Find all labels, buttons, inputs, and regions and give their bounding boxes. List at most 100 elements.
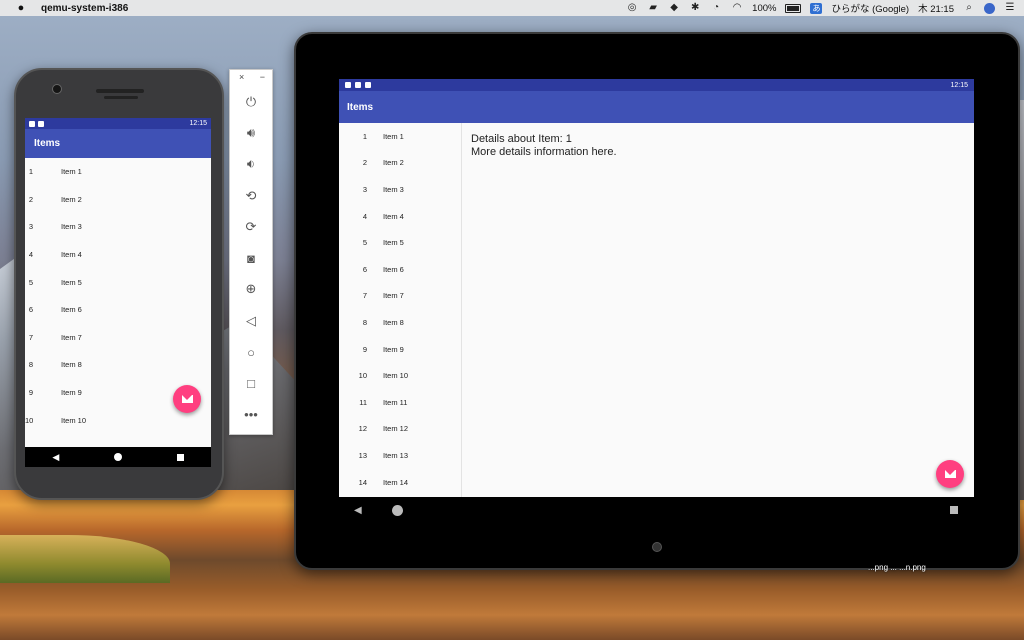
clock-icon[interactable]: ◔ <box>710 3 722 13</box>
item-detail-pane: Details about Item: 1 More details infor… <box>462 123 617 497</box>
desktop-file-labels: ...png ... ...n.png <box>868 563 926 572</box>
list-item[interactable]: 7 Item 7 <box>25 324 211 352</box>
volume-down-icon[interactable]: 🔉︎ <box>230 149 272 180</box>
more-icon[interactable]: ••• <box>230 399 272 430</box>
item-number: 1 <box>362 131 367 141</box>
item-number: 8 <box>28 360 33 370</box>
list-item[interactable]: 7 Item 7 <box>339 283 461 310</box>
home-icon[interactable] <box>392 505 403 516</box>
rotate-left-icon[interactable]: ⟲ <box>230 180 272 211</box>
item-label: Item 2 <box>61 194 82 204</box>
item-label: Item 10 <box>383 371 409 381</box>
item-label: Item 1 <box>61 167 82 177</box>
ime-label[interactable]: ひらがな (Google) <box>831 1 909 15</box>
list-item[interactable]: 4 Item 4 <box>339 203 461 230</box>
item-number: 7 <box>362 291 367 301</box>
list-item[interactable]: 9 Item 9 <box>339 336 461 363</box>
tablet-hardware-home-button[interactable] <box>652 542 662 552</box>
item-label: Item 11 <box>383 397 408 407</box>
dropbox-icon[interactable]: ◆ <box>668 3 680 13</box>
close-icon[interactable]: × <box>239 72 244 86</box>
list-item[interactable]: 1 Item 1 <box>25 158 211 186</box>
overview-icon[interactable]: □ <box>230 368 272 399</box>
wifi-icon[interactable]: ◠ <box>731 3 743 13</box>
item-number: 8 <box>362 317 367 327</box>
power-icon[interactable]: ⏻ <box>230 86 272 117</box>
list-item[interactable]: 1 Item 1 <box>339 123 461 150</box>
camera-icon[interactable]: ◙ <box>230 242 272 273</box>
list-item[interactable]: 2 Item 2 <box>339 150 461 177</box>
overview-icon[interactable] <box>950 506 958 514</box>
overview-icon[interactable] <box>176 453 184 461</box>
home-icon[interactable] <box>113 453 122 461</box>
list-item[interactable]: 11 Item 11 <box>339 389 461 416</box>
item-label: Item 6 <box>383 264 404 274</box>
user-avatar[interactable] <box>984 2 995 14</box>
spotlight-search-icon[interactable]: ⌕ <box>963 3 975 13</box>
list-item[interactable]: 6 Item 6 <box>339 256 461 283</box>
list-item[interactable]: 8 Item 8 <box>25 351 211 379</box>
zoom-icon[interactable]: ⊕ <box>230 274 272 305</box>
phone-status-bar: 12:15 <box>25 118 211 129</box>
item-number: 9 <box>28 388 33 398</box>
list-item[interactable]: 2 Item 2 <box>25 186 211 214</box>
phone-speaker <box>96 89 144 93</box>
item-label: Item 6 <box>61 305 82 315</box>
volume-up-icon[interactable]: 🔊︎ <box>230 117 272 148</box>
list-item[interactable]: 5 Item 5 <box>25 268 211 296</box>
back-icon[interactable]: ◀ <box>52 452 59 463</box>
item-number: 14 <box>358 477 367 487</box>
bluetooth-icon[interactable]: ✱ <box>689 3 701 13</box>
rotate-right-icon[interactable]: ⟳ <box>230 211 272 242</box>
item-label: Item 5 <box>383 238 404 248</box>
item-number: 12 <box>358 424 367 434</box>
list-item[interactable]: 5 Item 5 <box>339 229 461 256</box>
item-label: Item 5 <box>61 277 82 287</box>
back-icon[interactable]: ◀ <box>354 505 362 516</box>
list-item[interactable]: 10 Item 10 <box>339 362 461 389</box>
battery-percent[interactable]: 100% <box>752 3 776 14</box>
home-icon[interactable]: ○ <box>230 336 272 367</box>
item-label: Item 4 <box>61 250 82 260</box>
phone-speaker-lower <box>104 96 138 99</box>
tablet-emulator: 12:15 Items 1 Item 1 2 Item 2 3 Item 3 4 Item 4… <box>294 32 1020 570</box>
notification-center-icon[interactable]: ☰ <box>1004 3 1016 13</box>
list-item[interactable]: 8 Item 8 <box>339 309 461 336</box>
emulator-control-panel: × − ⏻ 🔊︎ 🔉︎ ⟲ ⟳ ◙ ⊕ ◁ ○ □ ••• <box>229 69 273 435</box>
list-item[interactable]: 3 Item 3 <box>25 213 211 241</box>
tablet-status-bar: 12:15 <box>339 79 974 91</box>
battery-icon[interactable] <box>785 3 802 13</box>
list-item[interactable]: 14 Item 14 <box>339 469 461 496</box>
list-item[interactable]: 6 Item 6 <box>25 296 211 324</box>
list-item[interactable]: 4 Item 4 <box>25 241 211 269</box>
email-icon <box>181 395 193 403</box>
apple-menu-icon[interactable]: ● <box>14 2 28 14</box>
menubar-clock[interactable]: 木 21:15 <box>918 1 954 15</box>
phone-emulator: 12:15 Items 1 Item 1 2 Item 2 3 Item 3 4 Item 4… <box>14 68 224 500</box>
ime-icon[interactable]: あ <box>810 2 823 14</box>
back-icon[interactable]: ◁ <box>230 305 272 336</box>
app-menu-name[interactable]: qemu-system-i386 <box>41 3 128 14</box>
item-label: Item 1 <box>383 131 404 141</box>
item-label: Item 9 <box>383 344 404 354</box>
list-item[interactable]: 12 Item 12 <box>339 416 461 443</box>
phone-email-fab[interactable] <box>173 385 201 413</box>
item-number: 4 <box>362 211 367 221</box>
item-label: Item 8 <box>61 360 82 370</box>
item-label: Item 12 <box>383 424 409 434</box>
item-label: Item 13 <box>383 450 409 460</box>
tablet-email-fab[interactable] <box>936 460 964 488</box>
item-label: Item 2 <box>383 158 404 168</box>
list-item[interactable]: 3 Item 3 <box>339 176 461 203</box>
phone-app-title: Items <box>34 138 61 149</box>
item-label: Item 7 <box>61 332 82 342</box>
sync-icon[interactable]: ◎ <box>626 3 638 13</box>
item-label: Item 8 <box>383 317 404 327</box>
docker-icon[interactable]: ▰ <box>647 3 659 13</box>
item-number: 10 <box>25 415 34 425</box>
tablet-status-time: 12:15 <box>950 81 968 89</box>
list-item[interactable]: 13 Item 13 <box>339 442 461 469</box>
minimize-icon[interactable]: − <box>260 72 265 86</box>
tablet-screen: 12:15 Items 1 Item 1 2 Item 2 3 Item 3 4 Item 4… <box>339 79 974 497</box>
item-label: Item 10 <box>61 415 87 425</box>
